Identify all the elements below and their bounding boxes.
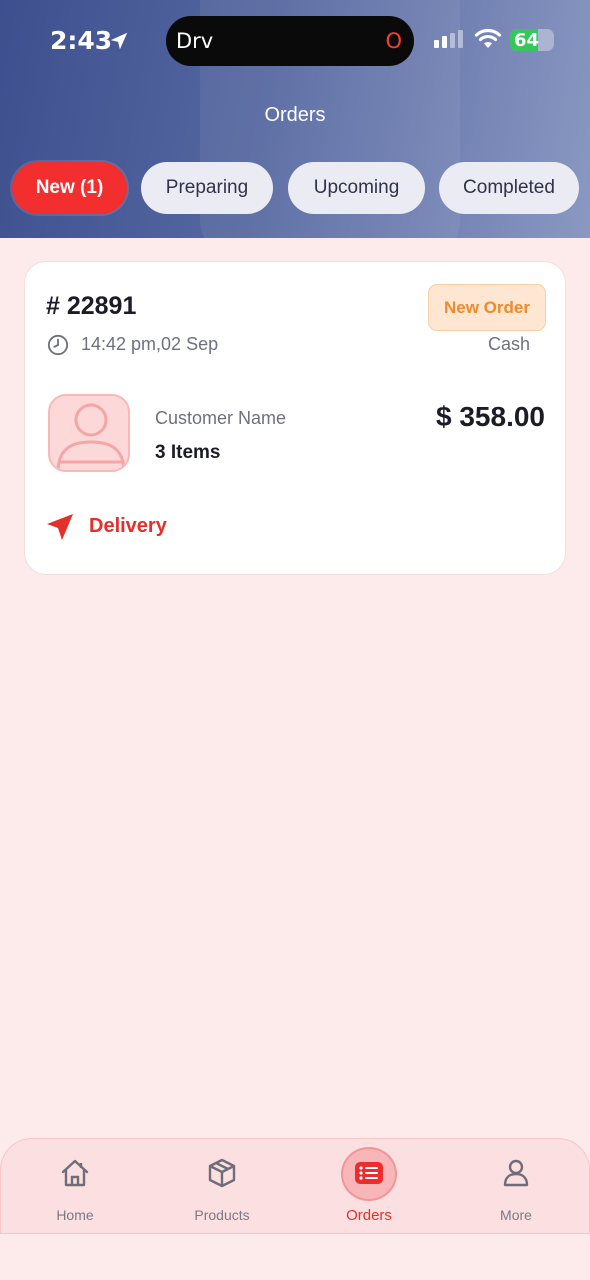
box-icon (208, 1158, 236, 1188)
clock-icon (47, 334, 69, 356)
bottom-nav: Home Products Orders More (0, 1138, 590, 1234)
nav-orders[interactable]: Orders (309, 1139, 429, 1235)
wifi-icon (474, 28, 502, 48)
order-total: $ 358.00 (436, 401, 545, 432)
orders-list-icon (355, 1162, 383, 1184)
nav-orders-label: Orders (346, 1207, 392, 1224)
nav-more[interactable]: More (456, 1139, 576, 1235)
tab-completed[interactable]: Completed (439, 162, 579, 214)
nav-more-label: More (500, 1207, 532, 1223)
cellular-signal-icon (434, 30, 463, 48)
payment-method: Cash (487, 334, 530, 354)
island-indicator: O (385, 29, 402, 53)
location-arrow-icon (110, 32, 128, 50)
order-time: 14:42 pm,02 Sep (81, 334, 219, 354)
status-time: 2:43 (50, 26, 113, 55)
home-icon (61, 1159, 89, 1187)
user-icon (503, 1159, 529, 1187)
page-title: Orders (264, 104, 326, 126)
tab-upcoming[interactable]: Upcoming (288, 162, 425, 214)
nav-products[interactable]: Products (162, 1139, 282, 1235)
person-placeholder-icon (56, 403, 126, 470)
header: 2:43 Drv O 64 Orders New (1) Preparing U… (0, 0, 590, 238)
navigation-arrow-icon (47, 514, 73, 540)
island-label: Drv (176, 29, 214, 53)
order-status-tabs: New (1) Preparing Upcoming Completed (12, 162, 590, 216)
battery-indicator: 64 (510, 29, 554, 51)
status-bar: 2:43 Drv O 64 (0, 0, 590, 82)
dynamic-island: Drv O (166, 16, 414, 66)
order-id: # 22891 (46, 292, 137, 320)
tab-new[interactable]: New (1) (12, 162, 127, 214)
nav-products-label: Products (194, 1207, 250, 1223)
nav-home-label: Home (56, 1207, 94, 1223)
customer-name: Customer Name (155, 408, 287, 428)
item-count: 3 Items (155, 442, 221, 463)
avatar (48, 394, 130, 472)
battery-level: 64 (514, 30, 540, 51)
nav-home[interactable]: Home (15, 1139, 135, 1235)
order-card[interactable]: # 22891 14:42 pm,02 Sep New Order Cash C… (24, 261, 566, 575)
home-indicator-area (0, 1234, 590, 1280)
tab-preparing[interactable]: Preparing (141, 162, 273, 214)
delivery-type: Delivery (89, 515, 167, 537)
status-badge: New Order (428, 284, 546, 331)
